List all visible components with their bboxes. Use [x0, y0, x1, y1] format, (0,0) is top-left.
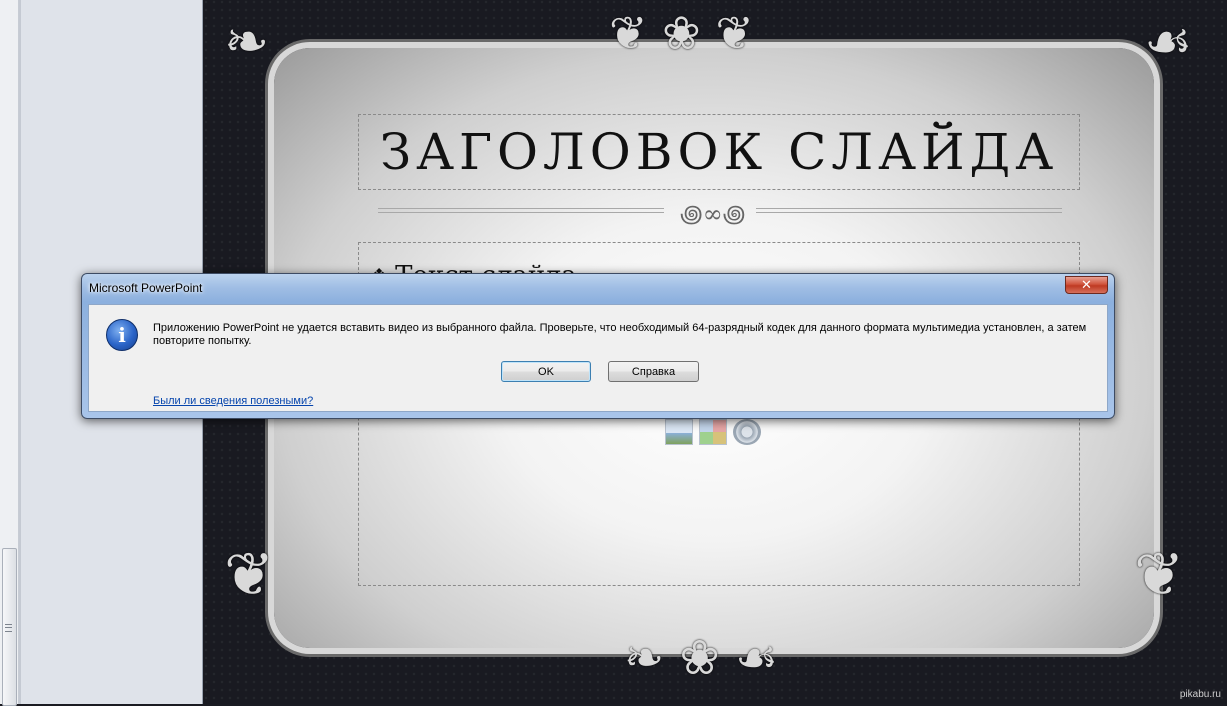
corner-ornament-bottom-left-icon: ❦ [224, 540, 275, 610]
pane-separator [19, 0, 21, 704]
watermark: pikabu.ru [1179, 689, 1221, 700]
insert-smartart-icon[interactable] [699, 419, 727, 445]
title-placeholder[interactable]: ЗАГОЛОВОК СЛАЙДА [358, 114, 1080, 190]
error-dialog: Microsoft PowerPoint ✕ i Приложению Powe… [81, 273, 1115, 419]
scrollbar-grip-icon [5, 624, 12, 632]
help-button[interactable]: Справка [608, 361, 699, 382]
swirl-ornament-icon: ꩜∞꩜ [680, 200, 746, 228]
insert-media-icon[interactable] [733, 419, 761, 445]
dialog-titlebar[interactable]: Microsoft PowerPoint ✕ [82, 274, 1114, 304]
slide-title: ЗАГОЛОВОК СЛАЙДА [379, 123, 1059, 181]
slides-pane-scrollbar[interactable] [0, 0, 19, 706]
info-icon: i [106, 319, 138, 351]
ok-button[interactable]: OK [501, 361, 591, 382]
corner-ornament-top-right-icon: ☙ [1144, 10, 1193, 73]
title-divider-left [378, 208, 664, 213]
feedback-link[interactable]: Были ли сведения полезными? [153, 395, 313, 407]
insert-content-icons [665, 419, 761, 445]
dialog-title: Microsoft PowerPoint [89, 281, 203, 295]
insert-picture-icon[interactable] [665, 419, 693, 445]
dialog-body: i Приложению PowerPoint не удается встав… [88, 304, 1108, 412]
title-divider-right [756, 208, 1062, 213]
dialog-message: Приложению PowerPoint не удается вставит… [153, 322, 1087, 347]
top-ornament-icon: ❦ ❀ ❦ [609, 6, 754, 60]
bottom-ornament-icon: ❧ ❀ ☙ [624, 630, 778, 686]
corner-ornament-bottom-right-icon: ❦ [1134, 540, 1185, 610]
corner-ornament-top-left-icon: ❧ [224, 10, 270, 73]
close-icon: ✕ [1081, 277, 1092, 293]
close-button[interactable]: ✕ [1065, 276, 1108, 294]
